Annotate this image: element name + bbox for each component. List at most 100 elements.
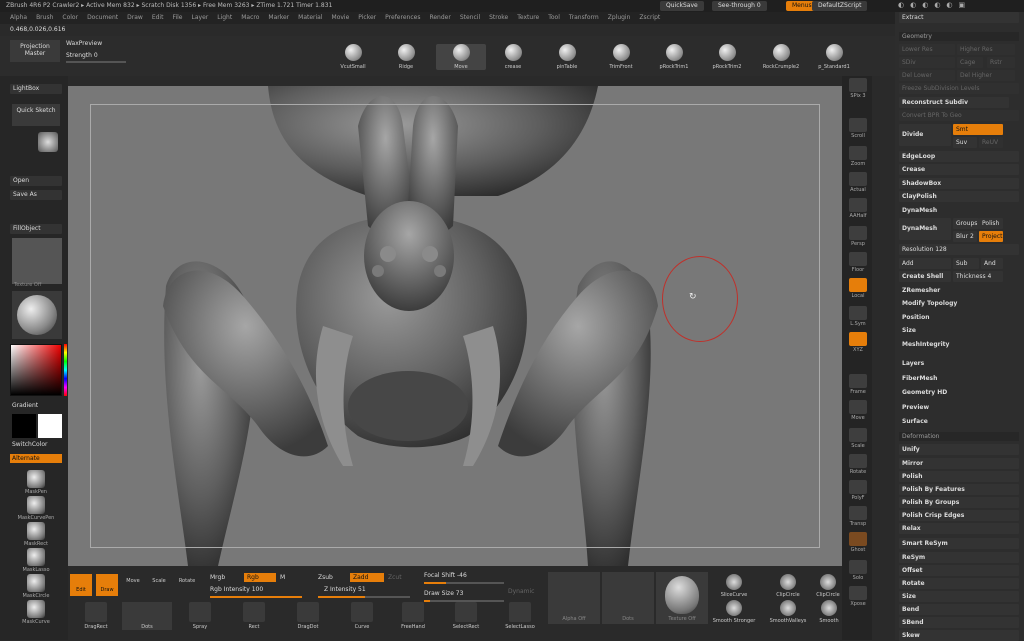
mirror-button[interactable]: Mirror	[899, 458, 1019, 469]
del-higher-button[interactable]: Del Higher	[957, 70, 1015, 81]
brush-rockcrumple2[interactable]: RockCrumple2	[758, 44, 804, 70]
unify-button[interactable]: Unify	[899, 444, 1019, 455]
rotate-mode-button[interactable]: Rotate	[174, 578, 200, 584]
material-slot[interactable]	[12, 291, 62, 339]
mrgb-toggle[interactable]: Mrgb	[210, 574, 225, 581]
del-lower-button[interactable]: Del Lower	[899, 70, 955, 81]
freeze-subdivision-button[interactable]: Freeze SubDivision Levels	[899, 83, 1019, 94]
menu-layer[interactable]: Layer	[192, 14, 209, 21]
project-toggle[interactable]: Project	[979, 231, 1003, 242]
size-subpalette[interactable]: Size	[899, 325, 1019, 336]
menu-macro[interactable]: Macro	[241, 14, 259, 21]
m-toggle[interactable]: M	[280, 574, 285, 581]
menu-document[interactable]: Document	[87, 14, 118, 21]
smooth-stronger-brush[interactable]: Smooth Stronger	[708, 600, 760, 624]
and-button[interactable]: And	[981, 258, 1003, 269]
rotate-slider[interactable]: Rotate	[899, 578, 1019, 589]
menu-zscript[interactable]: Zscript	[639, 14, 660, 21]
mesh-integrity-subpalette[interactable]: MeshIntegrity	[899, 339, 1019, 350]
smooth-brush[interactable]: Smooth	[816, 600, 842, 624]
rotate-view-button[interactable]: Rotate	[846, 454, 870, 475]
skew-slider[interactable]: Skew	[899, 630, 1019, 641]
floor-button[interactable]: Floor	[846, 252, 870, 273]
focal-shift-label[interactable]: Focal Shift -46	[424, 572, 467, 579]
sub-button[interactable]: Sub	[953, 258, 979, 269]
geometry-hd-subpalette[interactable]: Geometry HD	[899, 387, 1019, 398]
hue-slider[interactable]	[64, 344, 67, 396]
reuv-toggle[interactable]: ReUV	[979, 137, 1003, 148]
sdiv-slider[interactable]: SDiv	[899, 57, 955, 68]
rect-stroke[interactable]: Rect	[240, 602, 268, 630]
rgb-intensity-slider[interactable]	[210, 596, 302, 598]
brush-procktrim1[interactable]: pRockTrim1	[651, 44, 697, 70]
claypolish-button[interactable]: ClayPolish	[899, 191, 1019, 202]
polish-crisp-edges-slider[interactable]: Polish Crisp Edges	[899, 510, 1019, 521]
blur-slider[interactable]: Blur 2	[953, 231, 977, 242]
spix-button[interactable]: SPix 3	[846, 78, 870, 99]
xpose-button[interactable]: Xpose	[846, 586, 870, 607]
menu-material[interactable]: Material	[298, 14, 322, 21]
move-view-button[interactable]: Move	[846, 400, 870, 421]
menu-movie[interactable]: Movie	[332, 14, 350, 21]
smooth-valleys-brush[interactable]: SmoothValleys	[762, 600, 814, 624]
menu-edit[interactable]: Edit	[152, 14, 164, 21]
polish-by-groups-slider[interactable]: Polish By Groups	[899, 497, 1019, 508]
xyz-button[interactable]: XYZ	[846, 332, 870, 353]
switch-color-button[interactable]: SwitchColor	[12, 441, 48, 448]
reconstruct-subdiv-button[interactable]: Reconstruct Subdiv	[899, 97, 1009, 108]
z-intensity-label[interactable]: Z Intensity 51	[324, 586, 366, 593]
z-intensity-slider[interactable]	[318, 596, 410, 598]
menu-stroke[interactable]: Stroke	[489, 14, 508, 21]
zadd-toggle[interactable]: Zadd	[350, 573, 384, 582]
sbend-slider[interactable]: SBend	[899, 617, 1019, 628]
edgeloop-button[interactable]: EdgeLoop	[899, 151, 1019, 162]
select-lasso-tool[interactable]: SelectLasso	[502, 602, 538, 630]
zoom-button[interactable]: Zoom	[846, 146, 870, 167]
brush-vcutsmall[interactable]: VcutSmall	[330, 44, 376, 70]
projection-master-button[interactable]: Projection Master	[10, 40, 60, 62]
menu-stencil[interactable]: Stencil	[460, 14, 480, 21]
rgb-intensity-label[interactable]: Rgb Intensity 100	[210, 586, 263, 593]
cage-button[interactable]: Cage	[957, 57, 983, 68]
move-mode-button[interactable]: Move	[122, 578, 144, 584]
open-button[interactable]: Open	[10, 176, 62, 186]
mask-rect-tool[interactable]: MaskRect	[12, 522, 60, 547]
mask-curve-tool[interactable]: MaskCurve	[12, 600, 60, 625]
brush-procktrim2[interactable]: pRockTrim2	[704, 44, 750, 70]
slice-curve-brush[interactable]: SliceCurve	[714, 574, 754, 598]
mask-pen-tool[interactable]: MaskPen	[12, 470, 60, 495]
curve-stroke[interactable]: Curve	[348, 602, 376, 630]
persp-button[interactable]: Persp	[846, 226, 870, 247]
solo-button[interactable]: Solo	[846, 560, 870, 581]
menu-picker[interactable]: Picker	[358, 14, 376, 21]
alternate-button[interactable]: Alternate	[10, 454, 62, 463]
brush-pstandard1[interactable]: p_Standard1	[811, 44, 857, 70]
transp-button[interactable]: Transp	[846, 506, 870, 527]
shadowbox-button[interactable]: ShadowBox	[899, 178, 1019, 189]
see-through-slider[interactable]: See-through 0	[712, 1, 767, 11]
freehand-stroke[interactable]: FreeHand	[398, 602, 428, 630]
menu-zplugin[interactable]: Zplugin	[608, 14, 631, 21]
bend-slider[interactable]: Bend	[899, 604, 1019, 615]
position-subpalette[interactable]: Position	[899, 312, 1019, 323]
menu-brush[interactable]: Brush	[36, 14, 53, 21]
geometry-header[interactable]: Geometry	[899, 32, 1019, 41]
crease-button[interactable]: Crease	[899, 164, 1019, 175]
focal-shift-slider[interactable]	[424, 582, 504, 584]
lower-res-button[interactable]: Lower Res	[899, 44, 955, 55]
preview-subpalette[interactable]: Preview	[899, 402, 1019, 413]
smt-toggle[interactable]: Smt	[953, 124, 1003, 135]
groups-toggle[interactable]: Groups	[953, 218, 979, 229]
higher-res-button[interactable]: Higher Res	[957, 44, 1015, 55]
brush-trimfront[interactable]: TrimFront	[598, 44, 644, 70]
drag-dot-stroke[interactable]: DragDot	[294, 602, 322, 630]
convert-bpr-button[interactable]: Convert BPR To Geo	[899, 110, 1019, 121]
brush-pintable[interactable]: pinTable	[544, 44, 590, 70]
strength-slider-label[interactable]: Strength 0	[66, 52, 98, 59]
resolution-slider[interactable]: Resolution 128	[899, 244, 1019, 255]
wax-preview-button[interactable]: WaxPreview	[66, 40, 102, 47]
drag-rect-stroke[interactable]: DragRect	[82, 602, 110, 630]
zcut-toggle[interactable]: Zcut	[388, 574, 402, 581]
draw-mode-button[interactable]: Draw	[96, 574, 118, 596]
menu-light[interactable]: Light	[217, 14, 232, 21]
